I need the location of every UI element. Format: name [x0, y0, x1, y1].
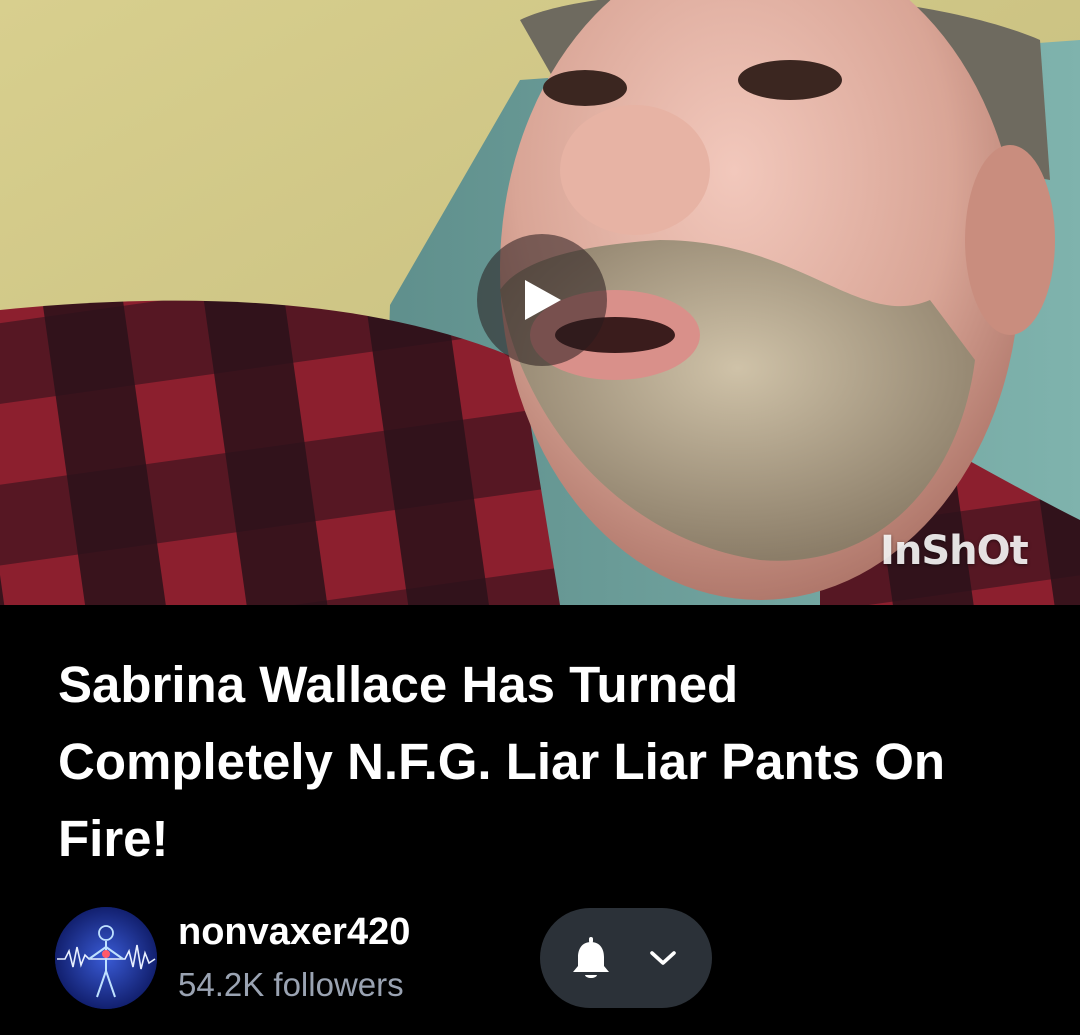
- channel-avatar[interactable]: [55, 907, 157, 1009]
- chevron-down-icon: [650, 951, 676, 965]
- channel-name[interactable]: nonvaxer420: [178, 911, 410, 954]
- play-button[interactable]: [477, 234, 607, 366]
- bell-icon: [573, 937, 609, 978]
- inshot-watermark: InShOt: [880, 528, 1029, 574]
- follower-count: 54.2K followers: [178, 966, 404, 1003]
- video-thumbnail[interactable]: InShOt: [0, 0, 1080, 605]
- notification-subscribe-button[interactable]: [540, 908, 712, 1008]
- post-title: Sabrina Wallace Has Turned Completely N.…: [58, 656, 946, 867]
- body-scan-avatar-icon: [55, 907, 157, 1009]
- play-icon: [525, 280, 561, 320]
